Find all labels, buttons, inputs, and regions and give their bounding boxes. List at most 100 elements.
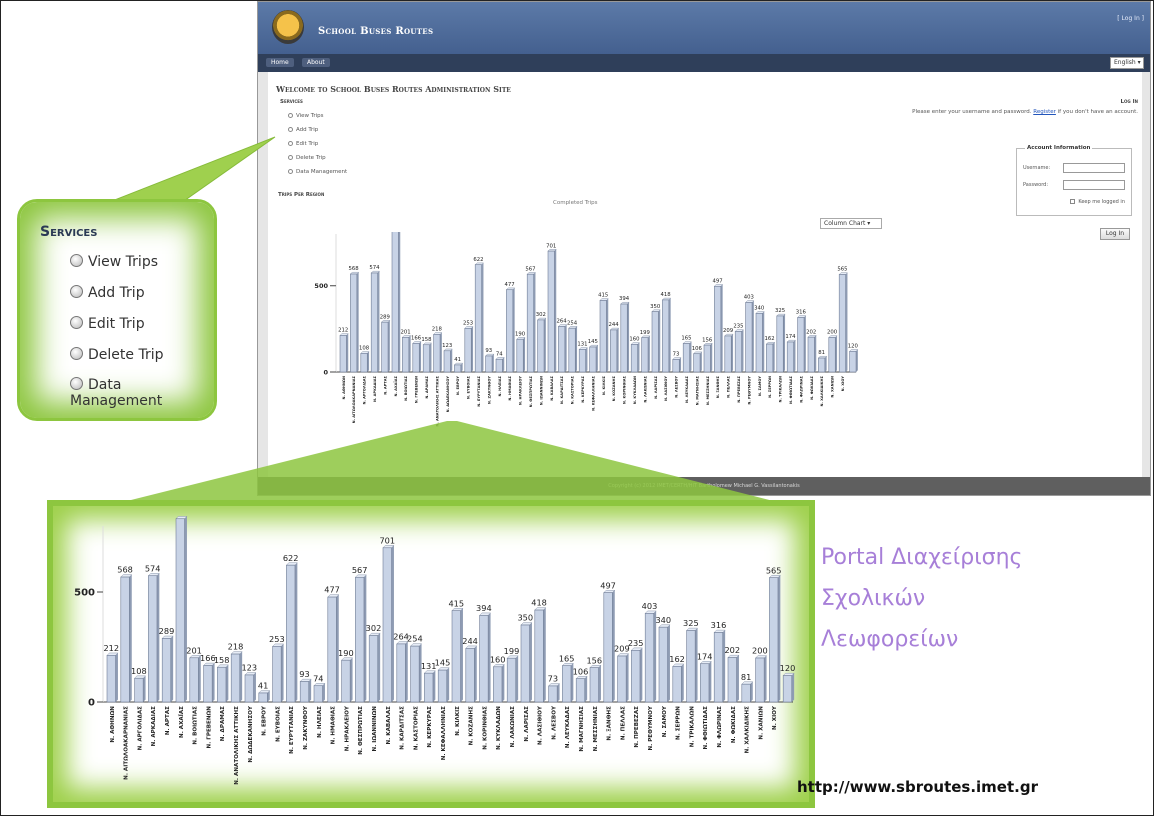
- category-label: Ν. ΧΑΛΚΙΔΙΚΗΣ: [745, 706, 751, 754]
- bar: [258, 692, 268, 703]
- bar: [382, 547, 392, 703]
- category-label: Ν. ΧΑΝΙΩΝ: [758, 706, 764, 740]
- category-label: Ν. ΜΕΣΣΗΝΙΑΣ: [593, 706, 599, 752]
- category-label: Ν. ΚΟΡΙΝΘΙΑΣ: [482, 706, 488, 750]
- bar-side: [377, 633, 381, 702]
- data-label: 158: [214, 655, 230, 665]
- bar: [203, 665, 213, 703]
- bar-side: [515, 655, 519, 702]
- callout-item-label: View Trips: [88, 254, 158, 270]
- callout-item-view-trips: View Trips: [70, 254, 158, 270]
- bar: [589, 667, 599, 703]
- category-label: Ν. ΑΧΑΪΑΣ: [178, 706, 185, 738]
- radio-icon: [70, 377, 83, 390]
- bar: [769, 577, 779, 703]
- bar: [120, 576, 130, 703]
- bar: [175, 518, 185, 703]
- bar: [217, 666, 227, 703]
- bar: [700, 663, 710, 703]
- bar-side: [350, 657, 353, 702]
- callout-item-label: Add Trip: [88, 285, 145, 301]
- category-label: Ν. ΦΘΙΩΤΙΔΑΣ: [703, 706, 709, 750]
- bar-side: [529, 622, 532, 702]
- bar: [465, 648, 475, 703]
- data-label: 403: [642, 601, 658, 611]
- data-label: 74: [313, 673, 323, 683]
- data-label: 73: [548, 674, 558, 684]
- category-label: Ν. ΘΕΣΠΡΩΤΙΑΣ: [358, 706, 364, 755]
- category-label: Ν. ΤΡΙΚΑΛΩΝ: [689, 706, 695, 747]
- bar: [755, 657, 765, 703]
- callout-title: Services: [40, 224, 98, 240]
- data-label: 316: [711, 620, 727, 630]
- bar-side: [446, 667, 450, 702]
- bar: [230, 653, 241, 703]
- bar-side: [391, 545, 394, 702]
- data-label: 565: [766, 565, 782, 575]
- bar: [548, 685, 558, 703]
- bar-side: [184, 516, 187, 702]
- bar-side: [543, 607, 546, 702]
- bar-side: [626, 653, 629, 702]
- category-label: Ν. ΦΩΚΙΔΑΣ: [731, 706, 737, 743]
- bar-side: [322, 683, 325, 702]
- bar: [299, 681, 310, 703]
- data-label: 701: [379, 535, 395, 545]
- callout-item-label: Delete Trip: [88, 347, 164, 363]
- category-label: Ν. ΕΥΡΥΤΑΝΙΑΣ: [289, 706, 295, 754]
- zoom-wedge: [107, 421, 793, 506]
- data-label: 340: [655, 615, 671, 625]
- callout-item-data-management: Data Management: [70, 377, 214, 409]
- category-label: Ν. ΔΩΔΕΚΑΝΗΣΟΥ: [248, 705, 254, 763]
- radio-icon: [70, 316, 83, 329]
- data-label: 254: [407, 634, 423, 644]
- bar-side: [695, 628, 698, 702]
- category-label: Ν. ΠΕΛΛΑΣ: [620, 706, 626, 740]
- category-label: Ν. ΑΝΑΤΟΛΙΚΗΣ ΑΤΤΙΚΗΣ: [234, 706, 240, 785]
- bar: [658, 626, 668, 703]
- bar: [672, 666, 682, 703]
- data-label: 235: [628, 638, 644, 648]
- radio-icon: [70, 285, 83, 298]
- services-callout: Services View Trips Add Trip Edit Trip D…: [17, 199, 217, 421]
- data-label: 123: [241, 663, 257, 673]
- data-label: 106: [573, 666, 589, 676]
- radio-icon: [70, 254, 83, 267]
- category-label: Ν. ΖΑΚΥΝΘΟΥ: [303, 705, 309, 750]
- callout-item-edit-trip: Edit Trip: [70, 316, 145, 332]
- bar-side: [584, 676, 588, 702]
- bar: [148, 575, 158, 703]
- bar: [603, 592, 613, 703]
- services-callout-pointer: [106, 136, 276, 204]
- data-label: 497: [600, 580, 616, 590]
- category-label: Ν. ΑΡΚΑΔΙΑΣ: [151, 706, 157, 747]
- category-label: Ν. ΓΡΕΒΕΝΩΝ: [206, 706, 212, 749]
- category-label: Ν. ΚΕΡΚΥΡΑΣ: [427, 706, 433, 748]
- y-tick-label: 500: [74, 588, 95, 599]
- category-label: Ν. ΕΥΒΟΙΑΣ: [275, 706, 281, 742]
- bar: [686, 630, 696, 703]
- category-label: Ν. ΚΙΛΚΙΣ: [455, 706, 461, 736]
- bar-side: [143, 675, 146, 702]
- data-label: 289: [159, 626, 175, 636]
- category-label: Ν. ΛΑΚΩΝΙΑΣ: [510, 706, 516, 748]
- chart-zoom-panel: 0 500 212 Ν. ΑΘΗΝΩΝ 568 Ν. ΑΙΤΩΛΟΑΚΑΡΝΑΝΙΑΣ 10…: [47, 500, 815, 808]
- data-label: 156: [586, 655, 602, 665]
- portal-title: Portal Διαχείρισης Σχολικών Λεωφορείων: [821, 537, 1121, 660]
- portal-url: http://www.sbroutes.imet.gr: [797, 778, 1038, 796]
- portal-title-line-2: Σχολικών: [821, 586, 926, 611]
- portal-title-line-3: Λεωφορείων: [821, 627, 959, 652]
- data-label: 477: [324, 585, 340, 595]
- trips-chart-large: 0 500 212 Ν. ΑΘΗΝΩΝ 568 Ν. ΑΙΤΩΛΟΑΚΑΡΝΑΝΙΑΣ 10…: [74, 516, 795, 785]
- bar: [506, 657, 517, 703]
- data-label: 622: [283, 553, 299, 563]
- data-label: 418: [531, 598, 547, 608]
- bar: [355, 576, 365, 703]
- data-label: 165: [559, 653, 575, 663]
- category-label: Ν. ΙΩΑΝΝΙΝΩΝ: [372, 706, 378, 752]
- category-label: Ν. ΧΙΟΥ: [772, 705, 778, 730]
- bar: [562, 665, 572, 703]
- bar-side: [253, 672, 256, 702]
- bar-side: [764, 655, 767, 702]
- bar: [631, 650, 641, 703]
